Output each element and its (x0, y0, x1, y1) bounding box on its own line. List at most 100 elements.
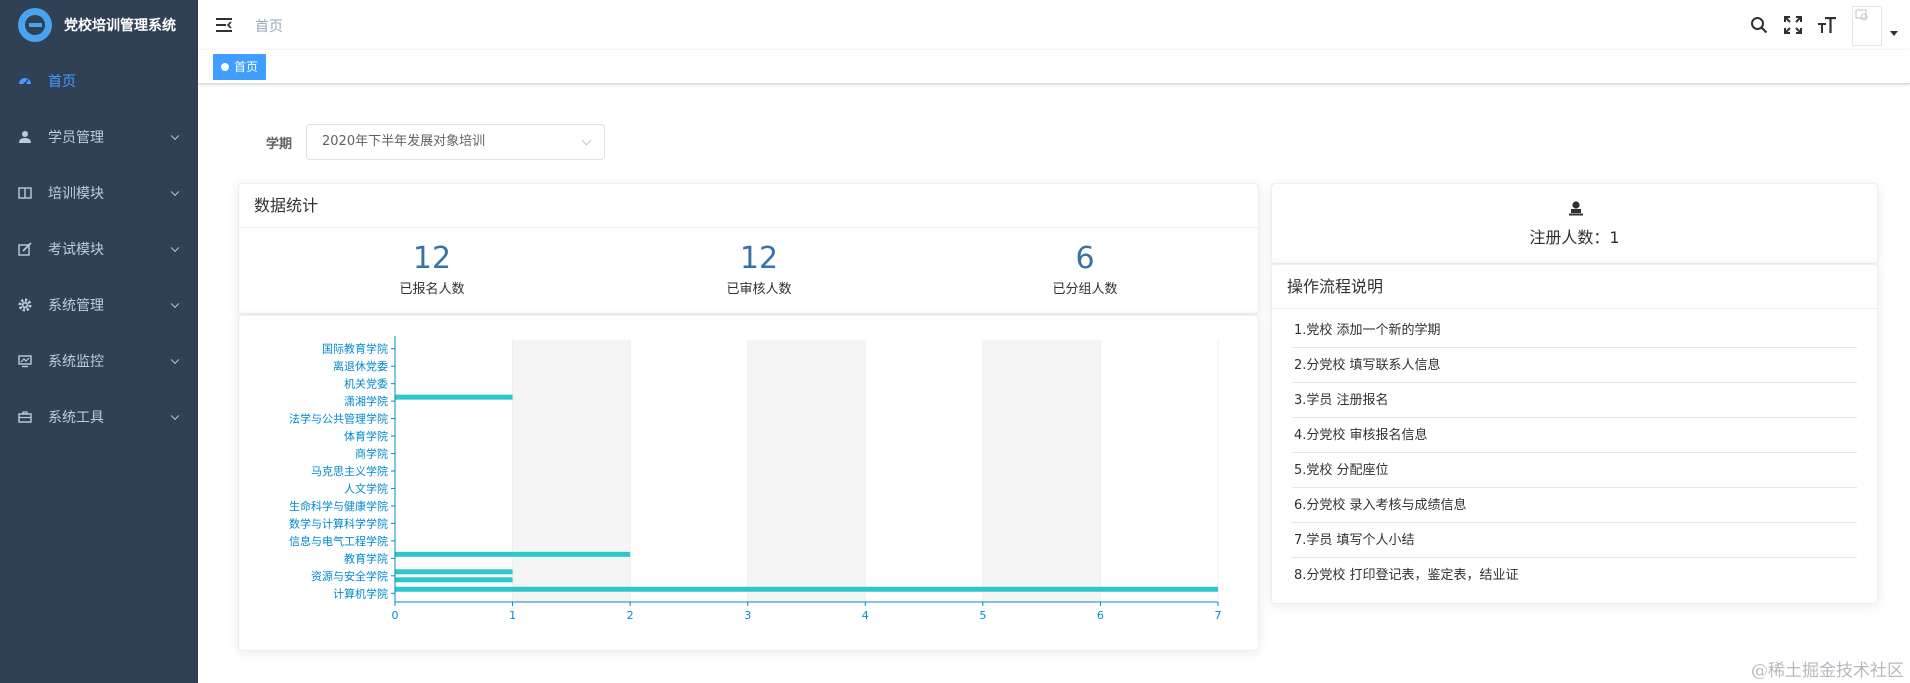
sidebar-item-exam[interactable]: 考试模块 (0, 221, 198, 277)
y-tick-label: 潇湘学院 (344, 394, 388, 408)
flow-step: 8.分党校 打印登记表，鉴定表，结业证 (1294, 568, 1519, 583)
y-tick-label: 教育学院 (344, 551, 388, 565)
chevron-down-icon (170, 243, 180, 253)
chevron-down-icon (170, 411, 180, 421)
semester-select-value: 2020年下半年发展对象培训 (322, 134, 486, 149)
y-tick-label: 生命科学与健康学院 (289, 499, 388, 513)
bar (395, 586, 1218, 592)
chevron-down-icon (170, 187, 180, 197)
y-tick-label: 信息与电气工程学院 (289, 534, 388, 548)
sidebar-menu: 首页 学员管理 培训模块 考试模块 系统管理 系统监控 系统工具 (0, 50, 198, 445)
tag-label: 首页 (234, 60, 259, 74)
stats-card-title: 数据统计 (239, 184, 1258, 228)
bar (395, 569, 513, 575)
flow-step: 5.党校 分配座位 (1292, 453, 1857, 488)
stat-label: 已分组人数 (1052, 282, 1118, 297)
stat-value: 12 (412, 241, 452, 276)
user-icon (18, 130, 32, 144)
registration-count: 注册人数：1 (1529, 228, 1620, 247)
grid-band (747, 340, 866, 602)
fullscreen-icon[interactable] (1776, 8, 1810, 42)
dashboard-icon (18, 74, 32, 88)
stat-value: 12 (739, 241, 779, 276)
sidebar-item-label: 考试模块 (48, 242, 104, 258)
stats-card: 数据统计 12 已报名人数 12 已审核人数 6 已分组人数 (238, 183, 1259, 314)
avatar[interactable] (1852, 6, 1882, 46)
dot-icon (221, 63, 229, 71)
flow-card-title: 操作流程说明 (1272, 265, 1877, 309)
tag-home[interactable]: 首页 (213, 54, 267, 80)
caret-down-icon[interactable] (1890, 30, 1898, 36)
sidebar-item-label: 学员管理 (48, 130, 104, 146)
chevron-down-icon (581, 135, 592, 146)
y-tick-label: 法学与公共管理学院 (289, 412, 388, 426)
sidebar: 党校培训管理系统 首页 学员管理 培训模块 考试模块 系统管理 系统监控 系统工… (0, 0, 198, 683)
navbar: 首页 (198, 0, 1910, 50)
monitor-icon (18, 354, 32, 368)
stat-grouped: 6 已分组人数 (1005, 241, 1165, 298)
y-tick-label: 机关党委 (344, 377, 388, 391)
app-title: 党校培训管理系统 (64, 18, 176, 34)
y-tick-label: 马克思主义学院 (311, 464, 388, 478)
x-tick-label: 1 (509, 609, 516, 622)
stat-label: 已审核人数 (726, 282, 792, 297)
edit-icon (18, 242, 32, 256)
flow-step: 2.分党校 填写联系人信息 (1292, 348, 1857, 383)
x-tick-label: 3 (744, 609, 751, 622)
sidebar-item-students[interactable]: 学员管理 (0, 109, 198, 165)
flow-step: 6.分党校 录入考核与成绩信息 (1292, 488, 1857, 523)
breadcrumb[interactable]: 首页 (255, 16, 283, 36)
sidebar-item-home[interactable]: 首页 (0, 53, 198, 109)
bar (395, 551, 631, 557)
y-tick-label: 体育学院 (344, 429, 388, 443)
college-bar-chart: 国际教育学院离退休党委机关党委潇湘学院法学与公共管理学院体育学院商学院马克思主义… (289, 336, 1222, 622)
flow-step: 7.学员 填写个人小结 (1292, 523, 1857, 558)
search-icon[interactable] (1742, 8, 1776, 42)
semester-select[interactable]: 2020年下半年发展对象培训 (306, 124, 605, 160)
tags-view: 首页 (198, 50, 1910, 84)
y-tick-label: 人文学院 (344, 481, 388, 495)
sidebar-item-monitor[interactable]: 系统监控 (0, 333, 198, 389)
grid-band (982, 340, 1101, 602)
flow-step: 1.党校 添加一个新的学期 (1292, 313, 1857, 348)
sidebar-item-label: 系统监控 (48, 354, 104, 370)
font-size-icon[interactable] (1810, 8, 1844, 42)
y-tick-label: 国际教育学院 (322, 342, 388, 356)
x-tick-label: 5 (979, 609, 986, 622)
sidebar-item-tools[interactable]: 系统工具 (0, 389, 198, 445)
bar (395, 577, 513, 583)
chart-card: 国际教育学院 离退休党委 机关党委 潇湘学院 法学与公共管理学院 体育学院 商学院 马克思主义… (238, 315, 1259, 651)
flow-step: 3.学员 注册报名 (1292, 383, 1857, 418)
grid-band (512, 340, 631, 602)
x-tick-label: 0 (392, 609, 399, 622)
chevron-down-icon (170, 131, 180, 141)
stat-label: 已报名人数 (399, 282, 465, 297)
stat-registered: 12 已报名人数 (352, 241, 512, 298)
semester-label: 学期 (266, 137, 293, 152)
chevron-down-icon (170, 355, 180, 365)
bar (395, 394, 513, 400)
hamburger-icon[interactable] (216, 17, 232, 33)
logo[interactable]: 党校培训管理系统 (0, 0, 198, 50)
y-tick-label: 资源与安全学院 (311, 569, 388, 583)
sidebar-item-label: 系统工具 (48, 410, 104, 426)
gear-icon (18, 298, 32, 312)
stat-value: 6 (1075, 241, 1095, 276)
x-tick-label: 4 (862, 609, 869, 622)
stat-reviewed: 12 已审核人数 (679, 241, 839, 298)
sidebar-item-system[interactable]: 系统管理 (0, 277, 198, 333)
chevron-down-icon (170, 299, 180, 309)
toolbox-icon (18, 410, 32, 424)
x-tick-label: 6 (1097, 609, 1104, 622)
y-tick-label: 计算机学院 (333, 586, 388, 600)
x-tick-label: 7 (1215, 609, 1222, 622)
sidebar-item-training[interactable]: 培训模块 (0, 165, 198, 221)
stats-row: 12 已报名人数 12 已审核人数 6 已分组人数 (239, 228, 1258, 314)
sidebar-item-label: 首页 (48, 74, 76, 90)
navbar-actions (1742, 6, 1898, 46)
y-tick-label: 数学与计算科学学院 (289, 516, 388, 530)
book-icon (18, 186, 32, 200)
logo-icon (18, 8, 52, 42)
x-tick-label: 2 (627, 609, 634, 622)
sidebar-item-label: 培训模块 (48, 186, 104, 202)
